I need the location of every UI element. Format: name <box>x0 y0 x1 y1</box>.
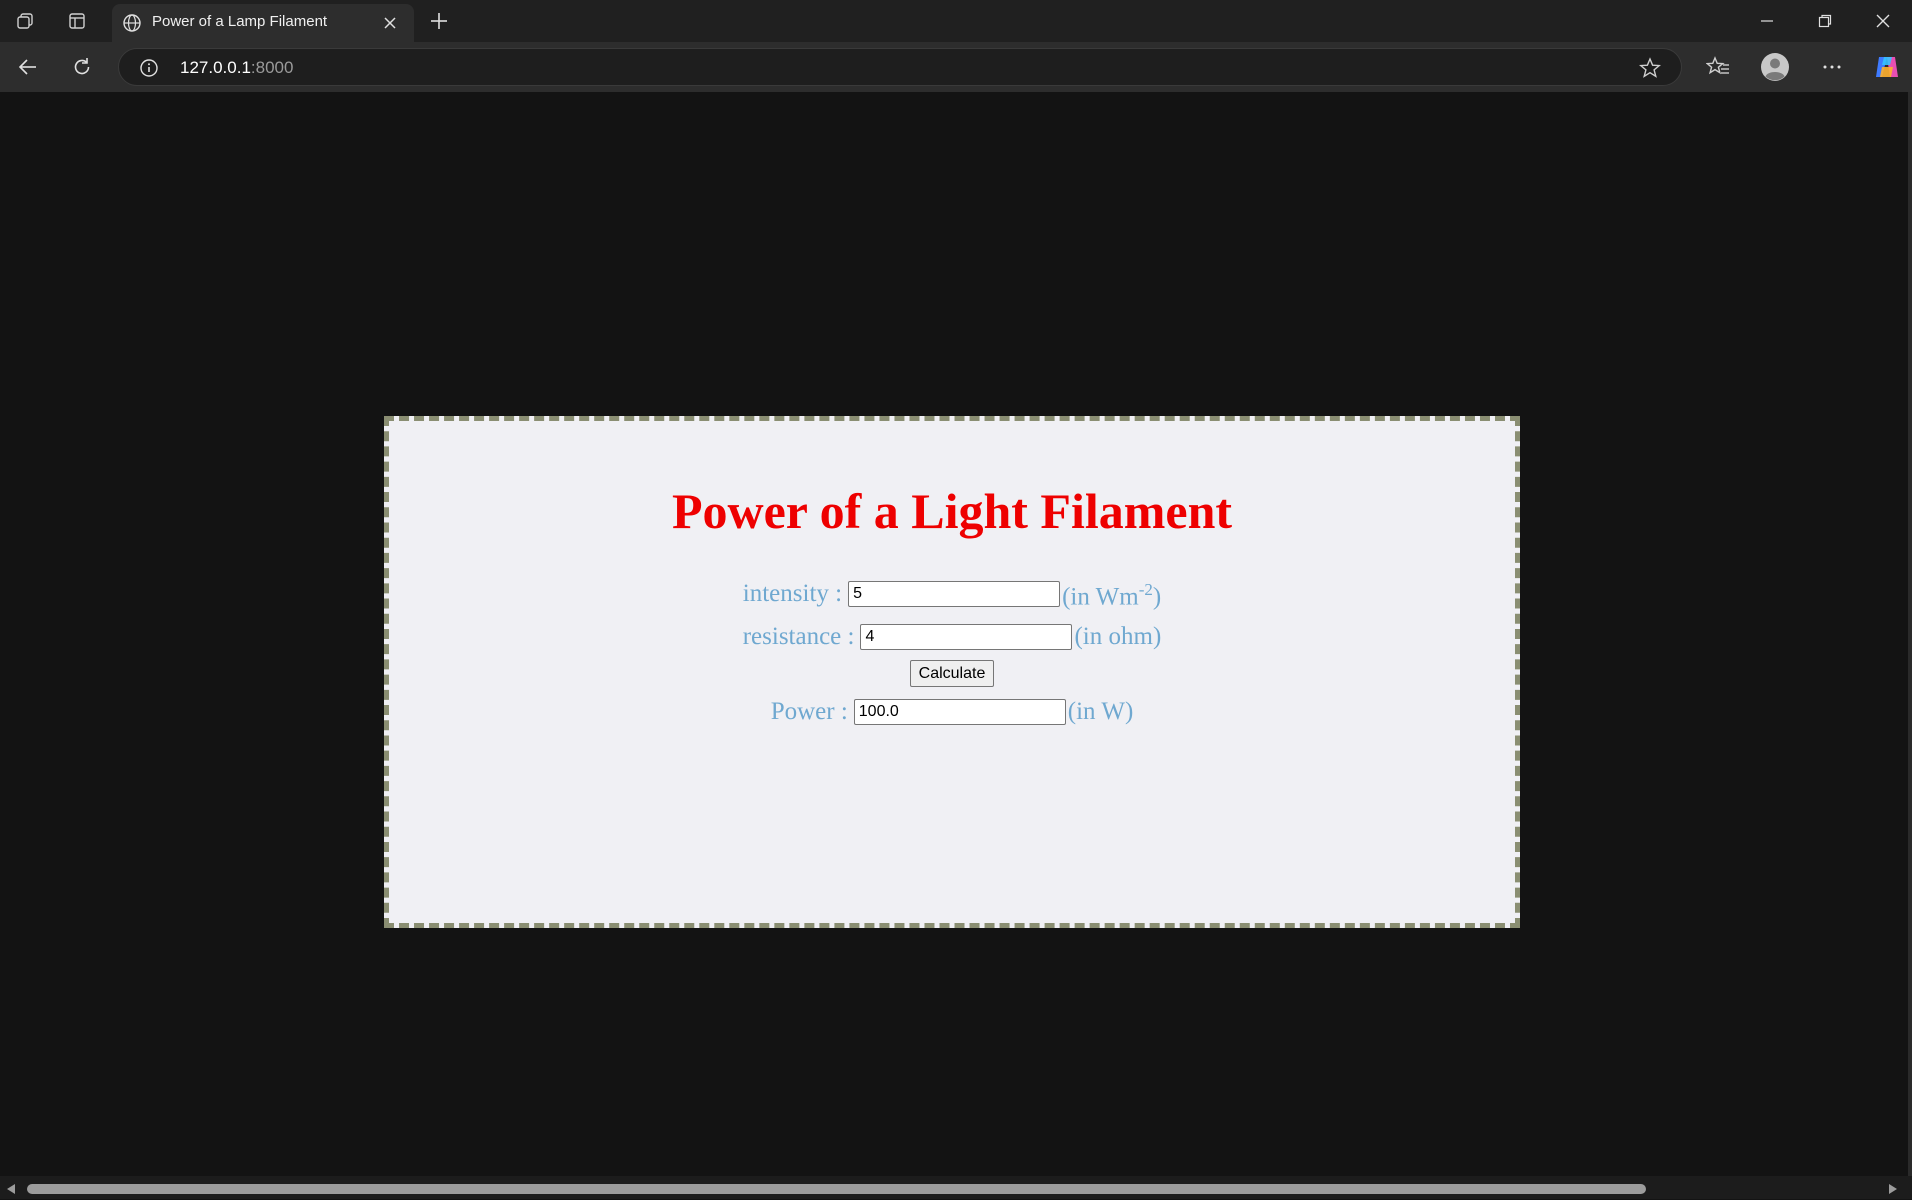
intensity-row: intensity : (in Wm-2) <box>389 575 1515 612</box>
intensity-label: intensity : <box>742 579 843 607</box>
scroll-right-arrow-icon[interactable] <box>1888 1182 1898 1200</box>
intensity-input[interactable] <box>848 580 1061 607</box>
browser-titlebar: Power of a Lamp Filament <box>0 0 1912 42</box>
address-bar[interactable]: 127.0.0.1:8000 <box>118 48 1682 86</box>
url-port: :8000 <box>250 58 294 77</box>
calculate-row: Calculate <box>389 660 1515 688</box>
scroll-left-arrow-icon[interactable] <box>6 1182 16 1200</box>
horizontal-scrollbar[interactable] <box>0 1176 1912 1199</box>
window-close-icon[interactable] <box>1868 8 1898 34</box>
page-title: Power of a Light Filament <box>671 483 1233 539</box>
tab-actions-icon[interactable] <box>62 8 92 34</box>
back-icon[interactable] <box>12 52 44 82</box>
favorites-icon[interactable] <box>1702 52 1734 82</box>
more-icon[interactable] <box>1816 52 1848 82</box>
power-output[interactable] <box>853 699 1066 726</box>
refresh-icon[interactable] <box>66 52 98 82</box>
minimize-icon[interactable] <box>1752 8 1782 34</box>
resistance-input[interactable] <box>860 624 1073 651</box>
power-unit: (in W) <box>1067 698 1134 726</box>
new-tab-icon[interactable] <box>424 8 454 34</box>
globe-icon <box>122 13 142 38</box>
workspaces-icon[interactable] <box>10 8 40 34</box>
intensity-unit: (in Wm-2) <box>1062 575 1161 612</box>
power-label: Power : <box>770 698 848 726</box>
resistance-label: resistance : <box>742 623 855 651</box>
tab-title: Power of a Lamp Filament <box>152 13 328 30</box>
copilot-icon[interactable] <box>1870 50 1904 84</box>
browser-tab[interactable]: Power of a Lamp Filament <box>112 4 414 42</box>
intensity-unit-exponent: -2 <box>1138 580 1153 599</box>
power-row: Power : (in W) <box>389 697 1515 727</box>
url-host: 127.0.0.1 <box>180 58 251 77</box>
scrollbar-thumb[interactable] <box>27 1184 1646 1194</box>
restore-icon[interactable] <box>1810 8 1840 34</box>
resistance-unit: (in ohm) <box>1074 623 1162 651</box>
close-icon[interactable] <box>382 15 398 36</box>
resistance-row: resistance : (in ohm) <box>389 622 1515 652</box>
calculator-card: Power of a Light Filament intensity : (i… <box>384 416 1520 928</box>
favorite-star-icon[interactable] <box>1639 57 1661 84</box>
vertical-scrollbar[interactable] <box>1908 92 1912 1176</box>
profile-icon[interactable] <box>1758 50 1792 84</box>
intensity-unit-suffix: ) <box>1152 583 1162 611</box>
info-icon[interactable] <box>139 58 159 83</box>
calculate-button[interactable]: Calculate <box>909 660 995 688</box>
browser-toolbar: 127.0.0.1:8000 <box>0 42 1912 92</box>
page-viewport: Power of a Light Filament intensity : (i… <box>0 92 1908 1176</box>
url-text: 127.0.0.1:8000 <box>180 58 293 78</box>
intensity-unit-prefix: (in Wm <box>1062 583 1139 611</box>
